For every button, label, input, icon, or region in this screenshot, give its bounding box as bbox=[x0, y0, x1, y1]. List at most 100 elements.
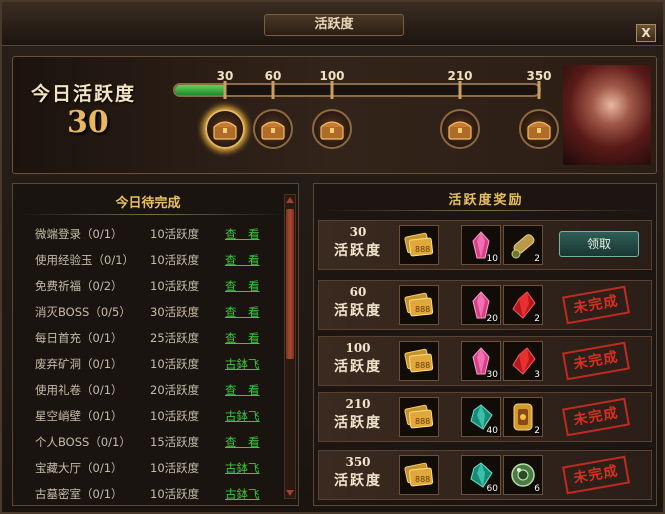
claim-button[interactable]: 领取 bbox=[559, 231, 639, 257]
task-row: 免费祈福（0/2） 10活跃度 查 看 bbox=[13, 273, 283, 299]
milestone-tick bbox=[458, 81, 462, 99]
svg-text:888: 888 bbox=[415, 417, 430, 426]
task-row: 使用礼卷（0/1） 20活跃度 查 看 bbox=[13, 377, 283, 403]
reward-item-slot[interactable]: 20 bbox=[461, 285, 501, 325]
item-count: 2 bbox=[534, 254, 540, 264]
task-name: 消灭BOSS（0/5） bbox=[35, 305, 131, 319]
task-points: 10活跃度 bbox=[150, 461, 200, 475]
task-action-link[interactable]: 查 看 bbox=[225, 278, 260, 294]
reward-tier: 210 活跃度 bbox=[323, 396, 393, 434]
activity-window: 活跃度 X 今日活跃度 30 30 60 100 210 350 今日待完成 微端登录（… bbox=[0, 0, 665, 514]
reward-tier: 100 活跃度 bbox=[323, 340, 393, 378]
task-points: 10活跃度 bbox=[150, 253, 200, 267]
reward-item-slot[interactable]: 888 bbox=[399, 225, 439, 265]
reward-tier-value: 100 bbox=[345, 341, 371, 355]
task-points: 10活跃度 bbox=[150, 409, 200, 423]
item-count: 2 bbox=[534, 426, 540, 436]
reward-item-slot[interactable]: 2 bbox=[503, 225, 543, 265]
reward-item-slot[interactable]: 6 bbox=[503, 455, 543, 495]
reward-tier-label: 活跃度 bbox=[334, 473, 382, 489]
reward-item-slot[interactable]: 3 bbox=[503, 341, 543, 381]
task-name: 宝藏大厅（0/1） bbox=[35, 461, 123, 475]
svg-text:888: 888 bbox=[415, 361, 430, 370]
treasure-chest-icon[interactable] bbox=[205, 109, 245, 149]
milestone-tick bbox=[271, 81, 275, 99]
scroll-thumb[interactable] bbox=[286, 209, 294, 359]
task-row: 微端登录（0/1） 10活跃度 查 看 bbox=[13, 221, 283, 247]
milestone-tick bbox=[223, 81, 227, 99]
reward-tier-value: 210 bbox=[345, 397, 371, 411]
task-points: 10活跃度 bbox=[150, 227, 200, 241]
reward-item-slot[interactable]: 2 bbox=[503, 397, 543, 437]
task-action-link[interactable]: 查 看 bbox=[225, 434, 260, 450]
incomplete-stamp: 未完成 bbox=[562, 455, 630, 495]
reward-item-slot[interactable]: 10 bbox=[461, 225, 501, 265]
task-name: 使用经验玉（0/1） bbox=[35, 253, 135, 267]
task-points: 30活跃度 bbox=[150, 305, 200, 319]
reward-item-slot[interactable]: 2 bbox=[503, 285, 543, 325]
progress-track bbox=[173, 83, 541, 97]
treasure-chest-icon[interactable] bbox=[440, 109, 480, 149]
title-bar: 活跃度 X bbox=[2, 2, 663, 46]
scroll-up-icon[interactable] bbox=[286, 197, 294, 203]
task-action-link[interactable]: 古鉢飞 bbox=[225, 460, 260, 476]
reward-item-slot[interactable]: 888 bbox=[399, 455, 439, 495]
reward-item-slot[interactable]: 888 bbox=[399, 341, 439, 381]
reward-item-slot[interactable]: 40 bbox=[461, 397, 501, 437]
task-action-link[interactable]: 古鉢飞 bbox=[225, 486, 260, 502]
task-name: 个人BOSS（0/1） bbox=[35, 435, 131, 449]
reward-row: 30 活跃度 888 10 2 领取 bbox=[318, 220, 652, 270]
item-count: 40 bbox=[486, 426, 498, 436]
svg-text:888: 888 bbox=[415, 245, 430, 254]
task-action-link[interactable]: 查 看 bbox=[225, 304, 260, 320]
item-count: 10 bbox=[486, 254, 498, 264]
reward-tier: 60 活跃度 bbox=[323, 284, 393, 322]
reward-tier-value: 30 bbox=[349, 225, 367, 239]
treasure-chest-icon[interactable] bbox=[253, 109, 293, 149]
character-portrait bbox=[563, 65, 651, 165]
task-name: 每日首充（0/1） bbox=[35, 331, 123, 345]
reward-item-slot[interactable]: 888 bbox=[399, 397, 439, 437]
reward-item-slot[interactable]: 888 bbox=[399, 285, 439, 325]
scroll-down-icon[interactable] bbox=[286, 490, 294, 496]
treasure-chest-icon[interactable] bbox=[519, 109, 559, 149]
task-action-link[interactable]: 古鉢飞 bbox=[225, 408, 260, 424]
reward-tier-label: 活跃度 bbox=[334, 243, 382, 259]
task-row: 消灭BOSS（0/5） 30活跃度 查 看 bbox=[13, 299, 283, 325]
task-name: 使用礼卷（0/1） bbox=[35, 383, 123, 397]
task-action-link[interactable]: 查 看 bbox=[225, 226, 260, 242]
activity-progress-panel: 今日活跃度 30 30 60 100 210 350 bbox=[12, 56, 657, 174]
item-count: 3 bbox=[534, 370, 540, 380]
task-action-link[interactable]: 查 看 bbox=[225, 330, 260, 346]
task-action-link[interactable]: 查 看 bbox=[225, 252, 260, 268]
reward-row: 100 活跃度 888 30 3 未完成 bbox=[318, 336, 652, 386]
reward-item-slot[interactable]: 60 bbox=[461, 455, 501, 495]
treasure-chest-icon[interactable] bbox=[312, 109, 352, 149]
reward-panel-header: 活跃度奖励 bbox=[448, 193, 524, 208]
reward-row: 350 活跃度 888 60 6 未完成 bbox=[318, 450, 652, 500]
task-row: 个人BOSS（0/1） 15活跃度 查 看 bbox=[13, 429, 283, 455]
reward-tier-label: 活跃度 bbox=[334, 415, 382, 431]
reward-item-slot[interactable]: 30 bbox=[461, 341, 501, 381]
item-count: 30 bbox=[486, 370, 498, 380]
reward-row: 60 活跃度 888 20 2 未完成 bbox=[318, 280, 652, 330]
milestone-tick bbox=[330, 81, 334, 99]
task-panel-header: 今日待完成 bbox=[115, 196, 181, 211]
incomplete-stamp: 未完成 bbox=[562, 397, 630, 437]
task-row: 宝藏大厅（0/1） 10活跃度 古鉢飞 bbox=[13, 455, 283, 481]
today-activity-value: 30 bbox=[67, 105, 109, 140]
task-points: 20活跃度 bbox=[150, 383, 200, 397]
item-count: 60 bbox=[486, 484, 498, 494]
svg-text:888: 888 bbox=[415, 475, 430, 484]
reward-panel: 活跃度奖励 30 活跃度 888 10 2 领取 60 活跃度 888 20 2 未完成 100 活跃度 8… bbox=[313, 183, 657, 506]
task-points: 15活跃度 bbox=[150, 435, 200, 449]
close-button[interactable]: X bbox=[636, 24, 656, 42]
task-panel: 今日待完成 微端登录（0/1） 10活跃度查 看使用经验玉（0/1） 10活跃度查 … bbox=[12, 183, 299, 506]
today-activity-label: 今日活跃度 bbox=[31, 83, 137, 105]
task-action-link[interactable]: 古鉢飞 bbox=[225, 356, 260, 372]
task-points: 10活跃度 bbox=[150, 279, 200, 293]
task-scrollbar[interactable] bbox=[284, 194, 296, 499]
task-action-link[interactable]: 查 看 bbox=[225, 382, 260, 398]
task-name: 微端登录（0/1） bbox=[35, 227, 123, 241]
task-row: 古墓密室（0/1） 10活跃度 古鉢飞 bbox=[13, 481, 283, 507]
